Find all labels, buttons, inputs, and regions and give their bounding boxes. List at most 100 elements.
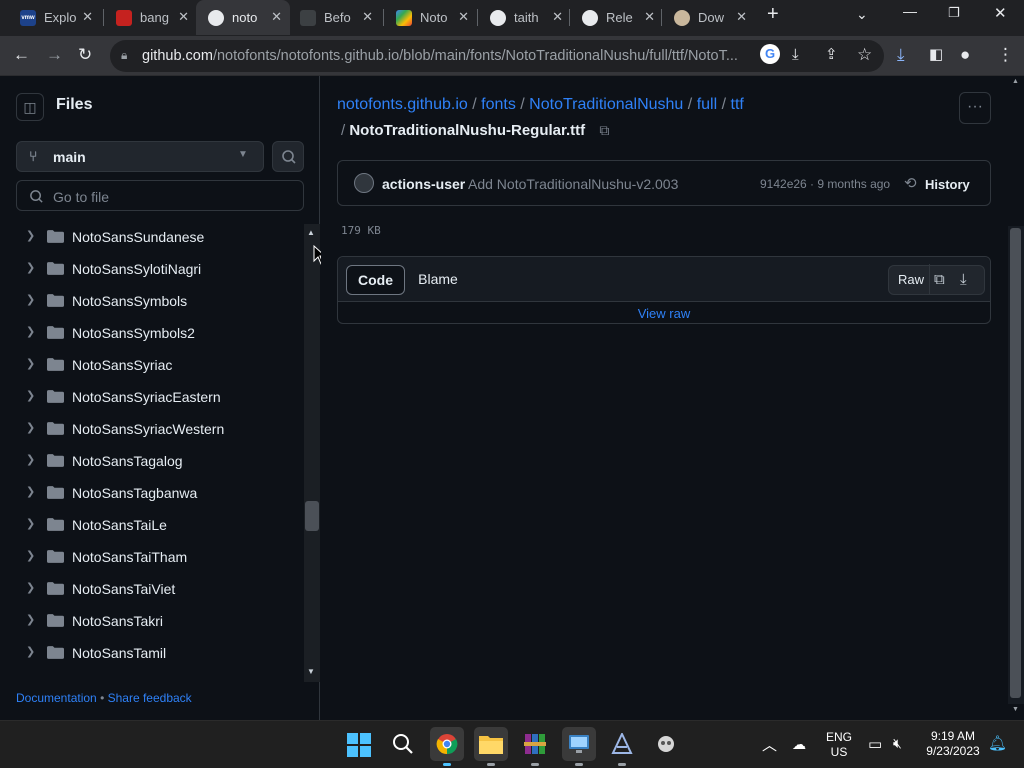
chevron-right-icon[interactable]: ❯ xyxy=(26,645,35,658)
browser-tab[interactable]: Dow ✕ xyxy=(662,0,755,35)
menu-kebab-icon[interactable]: ⋮ xyxy=(997,44,1014,66)
back-icon[interactable]: ← xyxy=(13,44,30,66)
bookmark-star-icon[interactable]: ☆ xyxy=(857,44,872,66)
chevron-right-icon[interactable]: ❯ xyxy=(26,485,35,498)
share-icon[interactable]: ⇪ xyxy=(825,44,838,66)
google-lens-icon[interactable]: G xyxy=(760,44,780,64)
view-raw-link[interactable]: View raw xyxy=(338,303,990,325)
browser-tab[interactable]: bang ✕ xyxy=(104,0,197,35)
blame-tab[interactable]: Blame xyxy=(410,265,466,295)
copy-path-icon[interactable]: ⧉ xyxy=(599,122,609,138)
breadcrumb-repo-link[interactable]: notofonts.github.io xyxy=(337,96,468,113)
tree-item[interactable]: ❯ NotoSansTaiTham xyxy=(0,541,304,573)
copy-raw-icon[interactable]: ⧉ xyxy=(934,266,945,294)
tree-item[interactable]: ❯ NotoSansTamil xyxy=(0,637,304,669)
tree-item[interactable]: ❯ NotoSansSundanese xyxy=(0,224,304,253)
chevron-right-icon[interactable]: ❯ xyxy=(26,421,35,434)
restore-icon[interactable]: ❐ xyxy=(948,5,960,21)
downloads-icon[interactable]: ⤓ xyxy=(897,44,905,66)
page-scrollbar-thumb[interactable] xyxy=(1010,228,1021,698)
breadcrumb-fonts-link[interactable]: fonts xyxy=(481,96,516,113)
volume-muted-icon[interactable]: 🔇︎ xyxy=(893,735,902,752)
forward-icon[interactable]: → xyxy=(46,44,63,66)
breadcrumb-ttf-link[interactable]: ttf xyxy=(731,96,744,113)
commit-message[interactable]: Add NotoTraditionalNushu-v2.003 xyxy=(468,176,678,192)
more-options-button[interactable]: ··· xyxy=(959,92,991,124)
tree-item[interactable]: ❯ NotoSansTaiViet xyxy=(0,573,304,605)
chevron-right-icon[interactable]: ❯ xyxy=(26,549,35,562)
close-tab-icon[interactable]: ✕ xyxy=(362,9,373,25)
tree-item[interactable]: ❯ NotoSansTakri xyxy=(0,605,304,637)
tree-item[interactable]: ❯ NotoSansTagbanwa xyxy=(0,477,304,509)
close-window-icon[interactable]: ✕ xyxy=(994,4,1007,22)
share-feedback-link[interactable]: Share feedback xyxy=(108,691,192,705)
breadcrumb-family-link[interactable]: NotoTraditionalNushu xyxy=(529,96,683,113)
chevron-right-icon[interactable]: ❯ xyxy=(26,453,35,466)
documentation-link[interactable]: Documentation xyxy=(16,691,97,705)
close-tab-icon[interactable]: ✕ xyxy=(552,9,563,25)
clock[interactable]: 9:19 AM 9/23/2023 xyxy=(916,729,990,759)
branch-selector[interactable]: ⑂ main ▼ xyxy=(16,141,264,172)
onedrive-cloud-icon[interactable]: ☁ xyxy=(792,736,806,753)
browser-tab[interactable]: vmw Explo ✕ xyxy=(8,0,101,35)
breadcrumb-full-link[interactable]: full xyxy=(697,96,717,113)
reload-icon[interactable]: ↻ xyxy=(78,44,92,66)
tree-item[interactable]: ❯ NotoSansSyriac xyxy=(0,349,304,381)
commit-author[interactable]: actions-user xyxy=(382,176,465,192)
file-explorer-taskbar-button[interactable] xyxy=(474,727,508,766)
code-tab[interactable]: Code xyxy=(346,265,405,295)
close-tab-icon[interactable]: ✕ xyxy=(82,9,93,25)
network-icon[interactable]: ▭ xyxy=(868,735,882,753)
chrome-taskbar-button[interactable] xyxy=(430,727,464,766)
winrar-taskbar-button[interactable] xyxy=(518,727,552,766)
scroll-up-arrow-icon[interactable]: ▲ xyxy=(307,228,315,237)
chevron-right-icon[interactable]: ❯ xyxy=(26,389,35,402)
new-tab-icon[interactable]: + xyxy=(767,3,779,26)
remote-desktop-taskbar-button[interactable] xyxy=(562,727,596,766)
download-icon[interactable]: ⤓ xyxy=(960,266,967,294)
chevron-right-icon[interactable]: ❯ xyxy=(26,613,35,626)
chevron-right-icon[interactable]: ❯ xyxy=(26,581,35,594)
scroll-down-arrow-icon[interactable]: ▼ xyxy=(307,667,315,676)
close-tab-icon[interactable]: ✕ xyxy=(178,9,189,25)
chevron-up-icon[interactable]: ︿ xyxy=(762,734,777,755)
collapse-sidebar-icon[interactable]: ◫ xyxy=(16,93,44,121)
tree-item[interactable]: ❯ NotoSansSymbols2 xyxy=(0,317,304,349)
chevron-right-icon[interactable]: ❯ xyxy=(26,229,35,242)
search-icon[interactable] xyxy=(392,733,414,755)
sidebar-scrollbar-thumb[interactable] xyxy=(305,501,319,531)
history-button[interactable]: History xyxy=(925,177,970,192)
scroll-down-arrow-icon[interactable]: ▼ xyxy=(1012,706,1019,713)
font-app-icon[interactable] xyxy=(611,733,633,755)
side-panel-icon[interactable]: ◧ xyxy=(929,44,943,66)
close-tab-icon[interactable]: ✕ xyxy=(458,9,469,25)
scroll-up-arrow-icon[interactable]: ▲ xyxy=(1012,78,1019,85)
close-tab-icon[interactable]: ✕ xyxy=(644,9,655,25)
chevron-right-icon[interactable]: ❯ xyxy=(26,293,35,306)
chevron-right-icon[interactable]: ❯ xyxy=(26,325,35,338)
tree-item[interactable]: ❯ NotoSansTaiLe xyxy=(0,509,304,541)
raw-button[interactable]: Raw xyxy=(898,266,924,294)
browser-tab[interactable]: taith ✕ xyxy=(478,0,571,35)
tab-search-chevron-icon[interactable]: ⌄ xyxy=(856,6,868,23)
search-files-button[interactable] xyxy=(272,141,304,172)
chevron-right-icon[interactable]: ❯ xyxy=(26,261,35,274)
tree-item[interactable]: ❯ NotoSansSyriacEastern xyxy=(0,381,304,413)
browser-tab[interactable]: Rele ✕ xyxy=(570,0,663,35)
app-icon[interactable] xyxy=(655,734,677,754)
browser-tab[interactable]: Noto ✕ xyxy=(384,0,477,35)
tree-item[interactable]: ❯ NotoSansSyriacWestern xyxy=(0,413,304,445)
url-text[interactable]: github.com/notofonts/notofonts.github.io… xyxy=(142,48,738,64)
windows-start-icon[interactable] xyxy=(347,733,371,757)
browser-tab-active[interactable]: noto ✕ xyxy=(196,0,290,35)
profile-icon[interactable]: ● xyxy=(960,44,970,66)
tree-item[interactable]: ❯ NotoSansSymbols xyxy=(0,285,304,317)
close-tab-icon[interactable]: ✕ xyxy=(271,9,282,25)
browser-tab[interactable]: Befo ✕ xyxy=(288,0,381,35)
avatar[interactable] xyxy=(354,173,374,193)
sidebar-scrollbar[interactable] xyxy=(304,224,320,682)
chevron-right-icon[interactable]: ❯ xyxy=(26,357,35,370)
minimize-icon[interactable]: — xyxy=(903,3,917,19)
chevron-right-icon[interactable]: ❯ xyxy=(26,517,35,530)
go-to-file-input[interactable]: Go to file xyxy=(16,180,304,211)
